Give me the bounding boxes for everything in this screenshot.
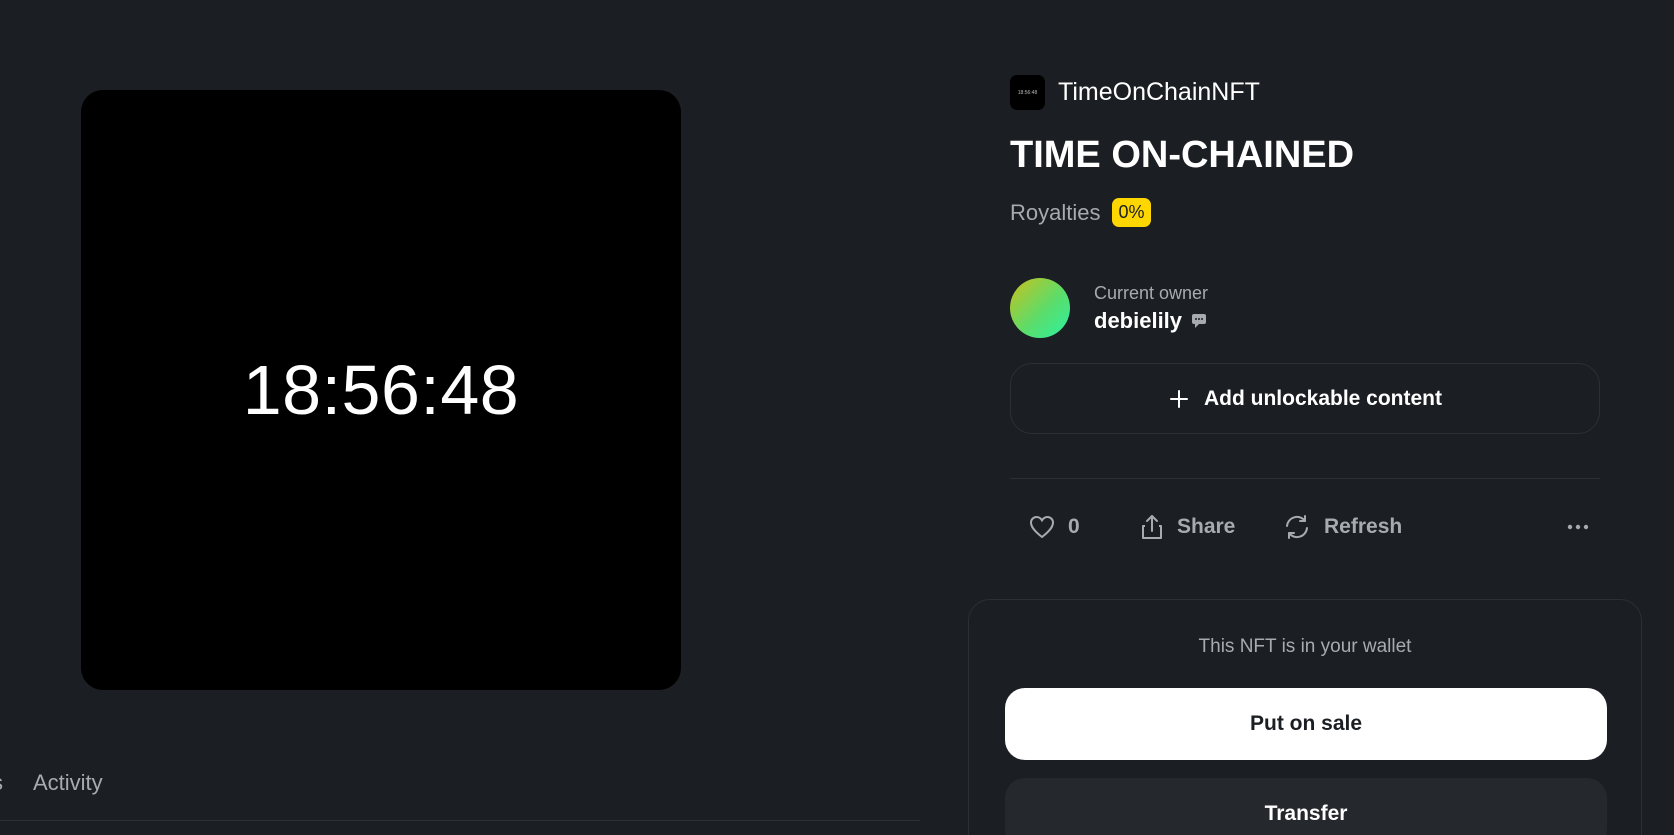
put-on-sale-button[interactable]: Put on sale	[1005, 688, 1607, 760]
more-options-button[interactable]	[1566, 510, 1602, 544]
like-button[interactable]: 0	[1028, 510, 1080, 544]
nft-title: TIME ON-CHAINED	[1010, 134, 1355, 176]
add-unlockable-label: Add unlockable content	[1203, 386, 1442, 410]
share-button[interactable]: Share	[1139, 510, 1235, 544]
plus-icon	[1169, 389, 1188, 408]
share-label: Share	[1177, 515, 1236, 538]
clock-display: 18:56:48	[242, 351, 520, 429]
collection-link[interactable]: 18:56:48 TimeOnChainNFT	[1010, 75, 1260, 110]
more-icon	[1567, 524, 1589, 530]
chat-icon[interactable]	[1191, 313, 1207, 329]
add-unlockable-button[interactable]: Add unlockable content	[1010, 363, 1600, 434]
owner-avatar[interactable]	[1010, 278, 1070, 338]
owner-section: Current owner debielily	[1010, 278, 1208, 338]
collection-logo-text: 18:56:48	[1017, 89, 1038, 96]
refresh-label: Refresh	[1324, 515, 1403, 538]
divider	[1010, 478, 1600, 479]
share-icon	[1142, 515, 1162, 539]
heart-icon	[1029, 515, 1055, 539]
like-count: 0	[1068, 515, 1080, 538]
collection-logo: 18:56:48	[1010, 75, 1045, 110]
nft-page: 18:56:48 s Activity 18:56:48 TimeOnChain…	[0, 0, 1674, 835]
royalties-row: Royalties 0%	[1010, 198, 1151, 227]
refresh-icon	[1286, 515, 1308, 539]
nft-preview[interactable]: 18:56:48	[81, 90, 681, 690]
owner-name[interactable]: debielily	[1094, 308, 1182, 334]
refresh-button[interactable]: Refresh	[1282, 510, 1402, 544]
tab-partial[interactable]: s	[0, 770, 3, 796]
wallet-note: This NFT is in your wallet	[1198, 636, 1412, 657]
transfer-button[interactable]: Transfer	[1005, 778, 1607, 835]
wallet-card: This NFT is in your wallet Put on sale T…	[968, 599, 1642, 835]
royalties-label: Royalties	[1010, 199, 1101, 225]
owner-label: Current owner	[1094, 282, 1209, 303]
action-bar: 0 Share Refresh	[1028, 510, 1600, 544]
detail-tabs: s Activity	[0, 760, 920, 821]
tab-activity[interactable]: Activity	[33, 770, 103, 796]
collection-name: TimeOnChainNFT	[1058, 78, 1260, 106]
owner-text: Current owner debielily	[1094, 283, 1208, 334]
owner-name-row: debielily	[1094, 308, 1208, 334]
royalties-badge: 0%	[1112, 198, 1151, 227]
